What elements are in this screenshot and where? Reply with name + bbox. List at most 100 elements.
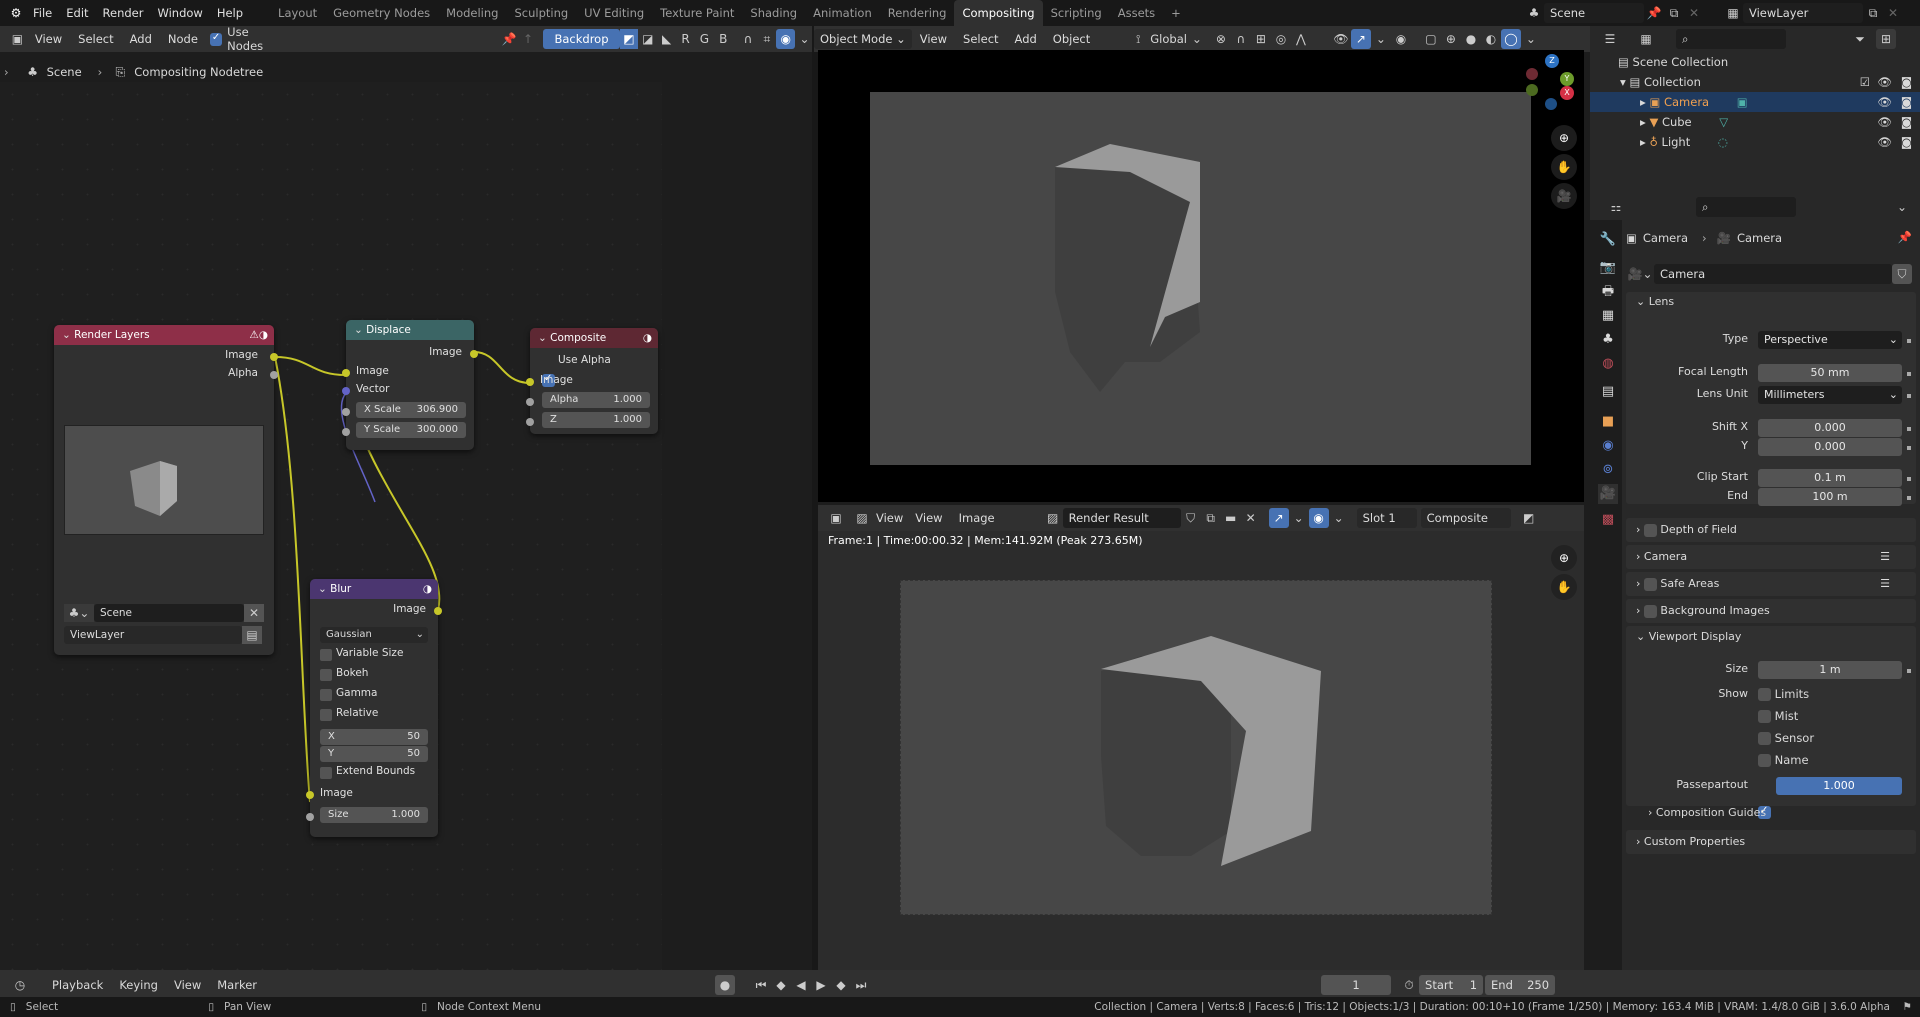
auto-keying-icon[interactable]: ● (715, 975, 736, 995)
outliner-item-camera[interactable]: ▸ ▣ Camera ▣ 👁 ◙ (1590, 92, 1920, 112)
node-header[interactable]: ⌄ Composite ◑ (530, 328, 658, 348)
render-layer-icon[interactable]: ▤ (242, 626, 262, 644)
chevron-down-icon[interactable]: ⌄ (1371, 29, 1391, 49)
editor-type-icon[interactable]: ▣ (8, 29, 27, 49)
keyframe-dot[interactable] (1907, 446, 1911, 450)
limits-checkbox[interactable] (1758, 688, 1771, 701)
composition-guides-subpanel[interactable]: › Composition Guides (1648, 806, 1766, 819)
tab-rendering[interactable]: Rendering (880, 0, 955, 26)
pin-icon[interactable]: 📌 (1644, 3, 1664, 23)
eye-icon[interactable]: 👁 (1877, 92, 1892, 112)
pivot-icon[interactable]: ⊗ (1211, 29, 1231, 49)
node-blur[interactable]: ⌄ Blur ◑ Image Gaussian ⌄ Variable Size B… (306, 579, 442, 837)
snap-icon[interactable]: ∩ (1231, 29, 1251, 49)
clip-end-field[interactable]: 100 m (1758, 488, 1902, 506)
jump-end-icon[interactable]: ⏭ (851, 975, 871, 995)
x-scale-field[interactable]: X Scale 306.900 (356, 402, 466, 418)
eye-icon[interactable]: 👁 (1877, 72, 1892, 92)
scene-icon[interactable]: ♣ (1524, 3, 1544, 23)
outliner-collection[interactable]: ▾ ▤ Collection ☑ 👁 ◙ (1590, 72, 1920, 92)
editor-type-icon[interactable]: ⚏ (1606, 197, 1626, 217)
show-sensor[interactable]: Sensor (1758, 731, 1814, 745)
gizmo-neg-z[interactable] (1545, 98, 1557, 110)
keyframe-dot[interactable] (1907, 339, 1911, 343)
show-mist[interactable]: Mist (1758, 709, 1798, 723)
node-editor-canvas[interactable]: ⌄ Render Layers ⚠◑ Image Alpha ♣⌄ Scene … (0, 82, 662, 970)
camera-view-icon[interactable]: 🎥 (1551, 183, 1577, 209)
custom-properties-panel[interactable]: › Custom Properties (1626, 830, 1916, 854)
tab-shading[interactable]: Shading (742, 0, 805, 26)
view-layer-field[interactable]: ViewLayer (1743, 3, 1863, 23)
outliner-search-input[interactable]: ⌕ (1676, 29, 1786, 49)
view-layer-tab-icon[interactable]: ▦ (1598, 306, 1618, 326)
image-mode-dropdown[interactable]: View (872, 505, 907, 531)
orientation-value[interactable]: Global (1150, 32, 1187, 46)
outliner-item-light[interactable]: ▸ ♁ Light ◌ 👁 ◙ (1590, 132, 1920, 152)
notification-icon[interactable]: ⚑ (1903, 1001, 1912, 1013)
overlays-icon[interactable]: ◉ (1391, 29, 1411, 49)
gizmo-toggle-icon[interactable]: ↗ (1350, 29, 1371, 49)
stopwatch-icon[interactable]: ⏱ (1399, 975, 1419, 995)
channel-r[interactable]: R (676, 29, 695, 49)
menu-edit[interactable]: Edit (59, 0, 95, 26)
timeline-view-menu[interactable]: View (166, 978, 209, 992)
size-socket[interactable] (306, 813, 314, 821)
pin-icon[interactable]: 📌 (500, 29, 519, 49)
extend-bounds-checkbox[interactable] (320, 767, 332, 779)
mesh-data-icon[interactable]: ▽ (1719, 115, 1728, 129)
y-scale-socket[interactable] (342, 428, 350, 436)
node-header[interactable]: ⌄ Render Layers ⚠◑ (54, 325, 274, 345)
camera-panel[interactable]: › Camera ☰ (1626, 545, 1916, 569)
view3d-menu-view[interactable]: View (912, 26, 955, 52)
scene-icon[interactable]: ♣⌄ (64, 604, 94, 622)
view-layer-icon[interactable]: ▦ (1723, 3, 1743, 23)
shift-y-field[interactable]: 0.000 (1758, 438, 1902, 456)
light-data-icon[interactable]: ◌ (1718, 135, 1728, 149)
presets-icon[interactable]: ☰ (1880, 545, 1890, 569)
camera-data-icon[interactable]: 🎥⌄ (1626, 264, 1654, 284)
blender-logo-icon[interactable]: ⚙ (6, 3, 26, 23)
image-editor[interactable]: Frame:1 | Time:00:00.32 | Mem:141.92M (P… (818, 531, 1584, 970)
new-view-layer-icon[interactable]: ⧉ (1863, 3, 1883, 23)
options-dropdown-icon[interactable]: ⌄ (1892, 197, 1912, 217)
keyframe-dot[interactable] (1907, 669, 1911, 673)
backdrop-toggle[interactable]: Backdrop (543, 29, 620, 49)
slot-dropdown[interactable]: Slot 1 (1356, 508, 1417, 528)
start-frame-field[interactable]: Start 1 (1419, 975, 1484, 995)
eye-icon[interactable]: 👁 (1877, 112, 1892, 132)
type-dropdown[interactable]: Perspective ⌄ (1758, 331, 1902, 349)
node-menu-node[interactable]: Node (160, 26, 206, 52)
size-field[interactable]: Size 1.000 (320, 807, 428, 823)
editor-type-icon[interactable]: ▣ (826, 508, 846, 528)
menu-render[interactable]: Render (96, 0, 151, 26)
viewport-display-header[interactable]: ⌄ Viewport Display (1636, 630, 1741, 643)
node-header[interactable]: ⌄ Blur ◑ (310, 579, 438, 599)
remove-view-layer-icon[interactable]: ✕ (1883, 3, 1903, 23)
new-image-icon[interactable]: ⧉ (1201, 508, 1221, 528)
display-mode-icon[interactable]: ☰ (1600, 29, 1620, 49)
node-displace[interactable]: ⌄ Displace Image Image Vector X Scale 306… (342, 320, 478, 450)
keyframe-dot[interactable] (1907, 496, 1911, 500)
object-tab-icon[interactable]: ■ (1598, 412, 1618, 432)
keyframe-dot[interactable] (1907, 394, 1911, 398)
add-workspace-button[interactable]: + (1163, 0, 1189, 26)
lens-panel-header[interactable]: ⌄ Lens (1636, 295, 1674, 308)
exclude-checkbox[interactable]: ☑ (1860, 72, 1870, 92)
z-socket[interactable] (526, 418, 534, 426)
node-header[interactable]: ⌄ Displace (346, 320, 474, 340)
gizmo-neg-x[interactable] (1526, 68, 1538, 80)
input-image-socket[interactable] (342, 369, 350, 377)
variable-size-checkbox[interactable] (320, 649, 332, 661)
outliner-item-cube[interactable]: ▸ ▼ Cube ▽ 👁 ◙ (1590, 112, 1920, 132)
show-name[interactable]: Name (1758, 753, 1809, 767)
end-frame-field[interactable]: End 250 (1485, 975, 1556, 995)
chevron-down-icon[interactable]: ⌄ (1329, 508, 1349, 528)
size-x-field[interactable]: X 50 (320, 729, 428, 745)
view3d-menu-select[interactable]: Select (955, 26, 1006, 52)
new-scene-icon[interactable]: ⧉ (1664, 3, 1684, 23)
tab-modeling[interactable]: Modeling (438, 0, 506, 26)
chevron-down-icon[interactable]: ⌄ (1289, 508, 1309, 528)
camera-data-icon[interactable]: ▣ (1737, 95, 1748, 109)
channel-b[interactable]: B (714, 29, 733, 49)
datablock-selector[interactable]: 🎥⌄ Camera ⛉ (1626, 264, 1912, 284)
